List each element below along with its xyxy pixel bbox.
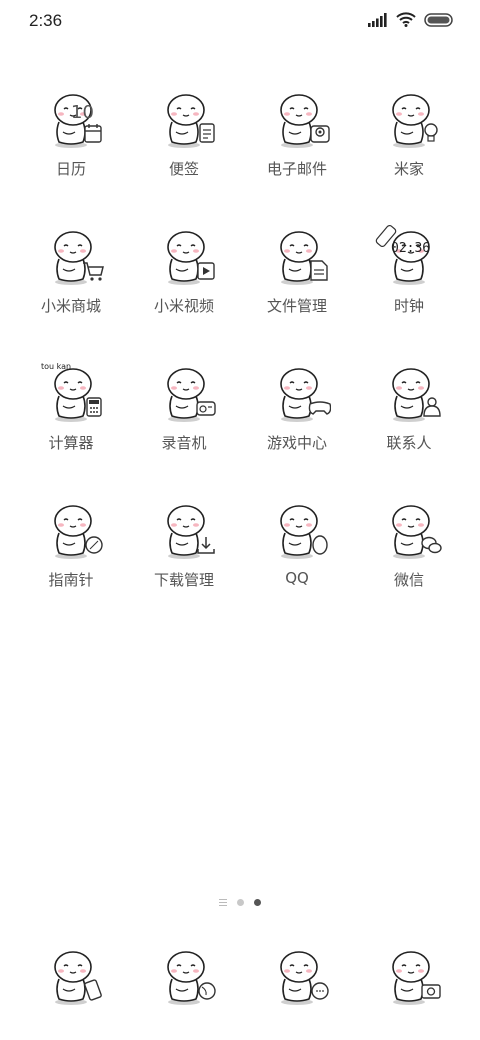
- app-label: 计算器: [48, 434, 94, 452]
- app-label: 指南针: [48, 571, 94, 589]
- app-game-center[interactable]: 游戏中心: [241, 362, 353, 482]
- app-label: 日历: [55, 160, 86, 178]
- status-bar: 2:36: [0, 0, 480, 42]
- app-label: 便签: [168, 160, 199, 178]
- app-compass[interactable]: 指南针: [15, 499, 127, 619]
- app-mi-store[interactable]: 小米商城: [15, 225, 127, 345]
- app-clock[interactable]: 02:36 时钟: [353, 225, 465, 345]
- app-contacts[interactable]: 联系人: [353, 362, 465, 482]
- app-label: 时钟: [393, 297, 424, 315]
- app-label: 米家: [393, 160, 424, 178]
- status-time: 2:36: [29, 11, 63, 30]
- app-recorder[interactable]: 录音机: [128, 362, 240, 482]
- status-icons: [368, 12, 454, 27]
- calendar-day: 10: [71, 102, 94, 123]
- app-mijia[interactable]: 米家: [353, 88, 465, 208]
- page-dot-2[interactable]: [254, 898, 261, 906]
- app-label: 小米商城: [40, 297, 101, 315]
- app-label: 下载管理: [153, 571, 214, 589]
- app-mi-video[interactable]: 小米视频: [128, 225, 240, 345]
- battery-icon: [424, 12, 453, 27]
- wifi-icon: [396, 12, 416, 27]
- app-label: 电子邮件: [266, 160, 327, 178]
- home-feed-indicator[interactable]: [219, 898, 227, 906]
- mascot-caption: tou kan: [41, 362, 71, 371]
- app-calendar[interactable]: 10 日历: [15, 88, 127, 208]
- app-file-manager[interactable]: 文件管理: [241, 225, 353, 345]
- app-wechat[interactable]: 微信: [353, 499, 465, 619]
- app-label: QQ: [285, 569, 309, 587]
- clock-time: 02:36: [391, 241, 430, 256]
- app-email[interactable]: 电子邮件: [241, 88, 353, 208]
- dock-messages[interactable]: [241, 945, 353, 1040]
- page-indicator: [0, 897, 480, 907]
- dock-phone[interactable]: [15, 945, 127, 1040]
- app-label: 联系人: [386, 434, 432, 452]
- app-label: 文件管理: [266, 297, 327, 315]
- signal-icon: [368, 12, 387, 27]
- dock-browser[interactable]: [128, 945, 240, 1040]
- page-dot-1[interactable]: [237, 898, 244, 906]
- app-qq[interactable]: QQ: [241, 499, 353, 619]
- app-label: 小米视频: [153, 297, 214, 315]
- app-label: 游戏中心: [266, 434, 327, 452]
- app-label: 录音机: [161, 434, 207, 452]
- app-calculator[interactable]: tou kan 计算器: [15, 362, 127, 482]
- dock: [0, 945, 480, 1025]
- app-downloads[interactable]: 下载管理: [128, 499, 240, 619]
- app-notes[interactable]: 便签: [128, 88, 240, 208]
- app-label: 微信: [393, 571, 424, 589]
- dock-camera[interactable]: [353, 945, 465, 1040]
